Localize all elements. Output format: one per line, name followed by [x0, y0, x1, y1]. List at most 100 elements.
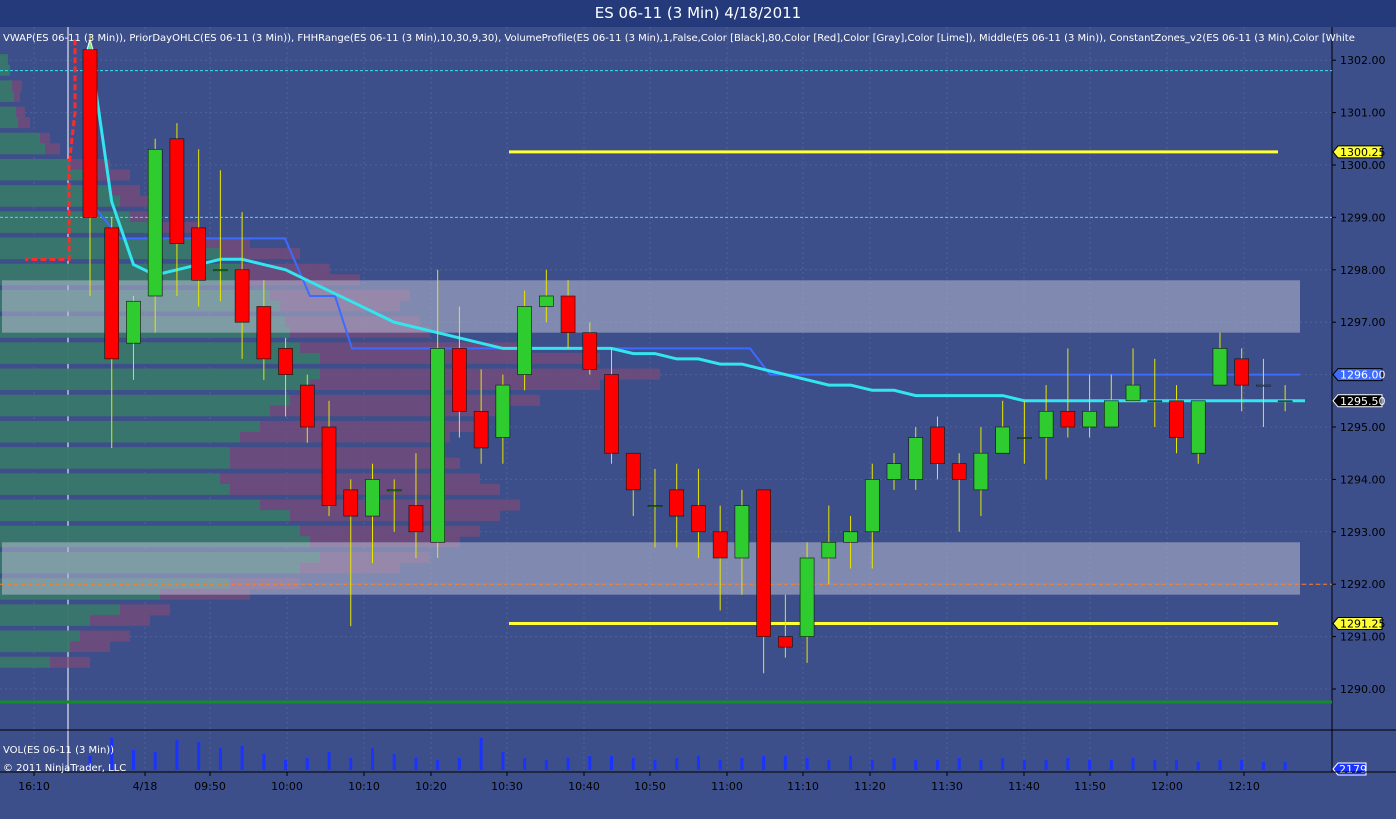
- candle-body: [712, 531, 728, 559]
- profile-buy-bar: [0, 90, 14, 102]
- candle-body: [278, 348, 293, 375]
- x-tick-label: 12:10: [1228, 780, 1260, 793]
- price-tag-label-range_low: 1291.25: [1340, 618, 1386, 631]
- volume-tag-label: 2179: [1339, 763, 1367, 776]
- candle-body: [1038, 410, 1054, 438]
- candle-body: [930, 426, 945, 464]
- x-tick-label: 16:10: [18, 780, 50, 793]
- candle-body: [169, 138, 185, 244]
- profile-buy-bar: [0, 630, 80, 642]
- profile-buy-bar: [0, 132, 40, 144]
- profile-buy-bar: [0, 604, 120, 616]
- y-tick-label: 1302.00: [1340, 54, 1386, 67]
- candle-body: [582, 332, 598, 370]
- profile-buy-bar: [0, 54, 8, 66]
- candle-body: [799, 557, 815, 637]
- candle-body: [126, 300, 141, 344]
- profile-buy-bar: [0, 473, 220, 485]
- x-tick-label: 11:10: [787, 780, 819, 793]
- profile-buy-bar: [0, 656, 50, 668]
- candle-body: [1234, 358, 1249, 386]
- candle-body: [386, 489, 402, 492]
- profile-buy-bar: [0, 221, 150, 233]
- candle-body: [734, 505, 750, 559]
- copyright: © 2011 NinjaTrader, LLC: [3, 763, 126, 774]
- candle-body: [778, 636, 793, 648]
- candle-body: [669, 489, 685, 517]
- candle-body: [995, 426, 1010, 454]
- candle-body: [1060, 410, 1076, 428]
- y-tick-label: 1295.00: [1340, 421, 1386, 434]
- candle-body: [843, 531, 858, 543]
- candle-body: [256, 306, 272, 360]
- x-tick-label: 11:00: [711, 780, 743, 793]
- candle-body: [1190, 400, 1206, 454]
- window-title: ES 06-11 (3 Min) 4/18/2011: [0, 0, 1396, 27]
- candle-body: [299, 384, 315, 428]
- candle-body: [104, 227, 120, 360]
- candle-body: [408, 505, 424, 533]
- profile-buy-bar: [0, 195, 120, 207]
- profile-buy-bar: [0, 394, 290, 406]
- price-tag-label-middle: 1296.00: [1340, 369, 1386, 382]
- candle-body: [1017, 437, 1032, 439]
- x-tick-label: 10:20: [415, 780, 447, 793]
- candle-body: [973, 452, 989, 491]
- volume-label: VOL(ES 06-11 (3 Min)): [3, 745, 114, 756]
- y-tick-label: 1293.00: [1340, 526, 1386, 539]
- x-tick-label: 10:10: [348, 780, 380, 793]
- y-tick-label: 1301.00: [1340, 107, 1386, 120]
- candle-body: [604, 374, 619, 454]
- candle-body: [756, 489, 771, 637]
- candle-body: [365, 479, 380, 517]
- candle-body: [213, 269, 228, 272]
- candle-body: [1082, 410, 1097, 428]
- y-tick-label: 1299.00: [1340, 211, 1386, 224]
- profile-buy-bar: [0, 80, 12, 92]
- price-tag-label-range_high: 1300.25: [1340, 146, 1386, 159]
- x-tick-label: 10:00: [271, 780, 303, 793]
- y-tick-label: 1298.00: [1340, 264, 1386, 277]
- x-tick-label: 10:30: [491, 780, 523, 793]
- profile-buy-bar: [0, 510, 290, 522]
- y-tick-label: 1294.00: [1340, 473, 1386, 486]
- x-tick-label: 10:50: [634, 780, 666, 793]
- y-tick-label: 1291.00: [1340, 631, 1386, 644]
- profile-buy-bar: [0, 117, 18, 129]
- y-tick-label: 1300.00: [1340, 159, 1386, 172]
- x-tick-label: 11:40: [1008, 780, 1040, 793]
- candle-body: [1212, 348, 1228, 386]
- profile-buy-bar: [0, 169, 90, 181]
- candle-body: [625, 452, 641, 491]
- candle-body: [864, 479, 880, 533]
- y-tick-label: 1297.00: [1340, 316, 1386, 329]
- candle-body: [821, 541, 837, 559]
- x-tick-label: 11:30: [931, 780, 963, 793]
- profile-buy-bar: [0, 525, 300, 537]
- profile-buy-bar: [0, 447, 230, 459]
- profile-buy-bar: [0, 143, 45, 155]
- candle-body: [82, 49, 98, 218]
- zone-band: [2, 542, 1300, 595]
- profile-buy-bar: [0, 379, 310, 391]
- profile-buy-bar: [0, 421, 260, 432]
- x-tick-label: 4/18: [133, 780, 158, 793]
- candle-body: [1256, 384, 1271, 387]
- candle-body: [517, 306, 532, 375]
- candle-body: [691, 505, 706, 533]
- profile-buy-bar: [0, 641, 70, 653]
- candle-body: [430, 348, 445, 543]
- profile-buy-bar: [0, 159, 70, 170]
- y-tick-label: 1290.00: [1340, 683, 1386, 696]
- profile-buy-bar: [0, 457, 230, 469]
- candle-body: [191, 227, 206, 281]
- y-tick-label: 1292.00: [1340, 578, 1386, 591]
- candle-body: [234, 269, 250, 323]
- candle-body: [951, 463, 967, 480]
- price-chart[interactable]: 1290.00 1291.00 1292.00 1293.00 1294.00 1295.…: [0, 27, 1396, 819]
- x-tick-label: 11:20: [854, 780, 886, 793]
- candle-body: [1277, 400, 1293, 403]
- profile-buy-bar: [0, 106, 16, 118]
- candle-body: [1125, 384, 1141, 402]
- x-tick-label: 12:00: [1151, 780, 1183, 793]
